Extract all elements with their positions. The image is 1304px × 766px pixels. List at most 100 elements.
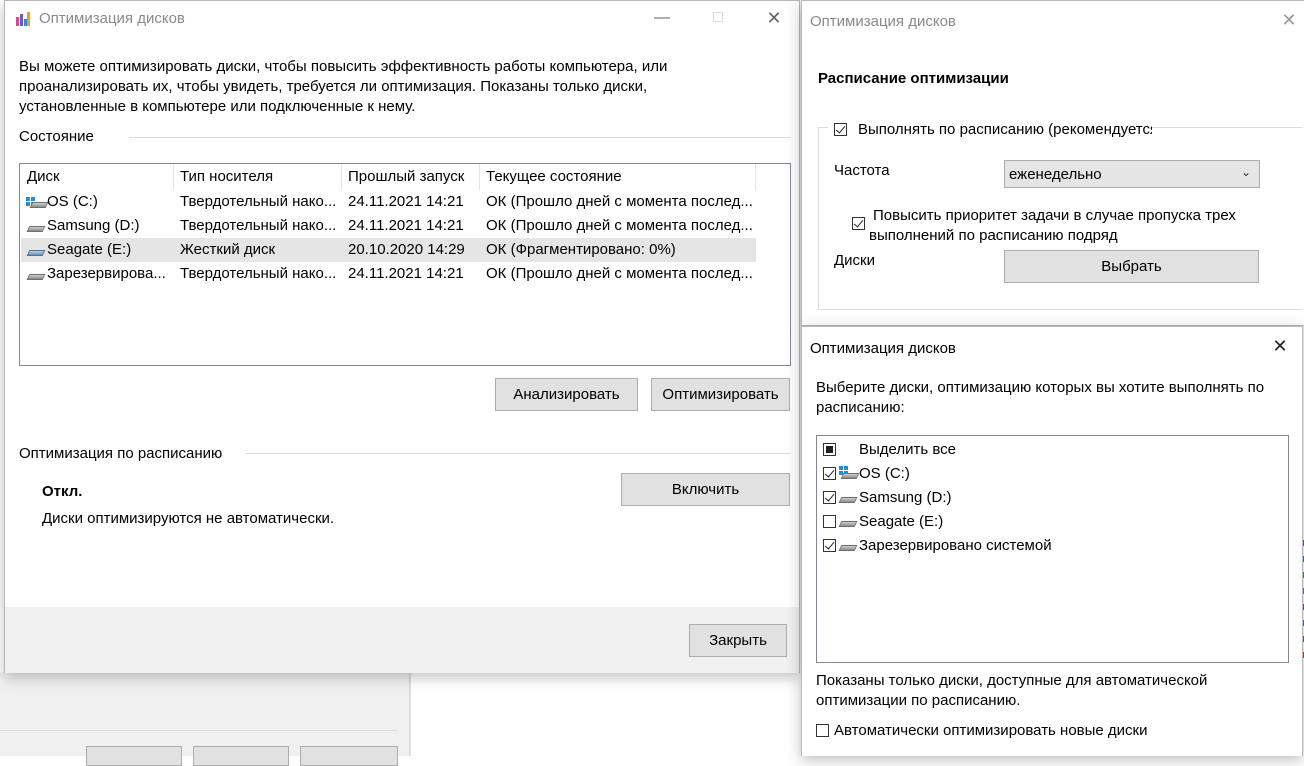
drive-icon — [838, 493, 858, 505]
schedule-heading: Расписание оптимизации — [818, 70, 1009, 87]
frequency-select[interactable]: еженедельно ⌄ — [1004, 160, 1260, 188]
drive-type: Твердотельный нако... — [180, 265, 337, 282]
instruction-text: Выберите диски, оптимизацию которых вы х… — [816, 379, 1265, 416]
run-on-schedule-label: Выполнять по расписанию (рекомендуется) — [858, 121, 1152, 138]
drive-icon — [838, 541, 858, 553]
drive-label: Seagate (E:) — [859, 513, 944, 530]
drive-status: ОК (Прошло дней с момента послед... — [486, 217, 753, 234]
close-button[interactable]: Закрыть — [689, 624, 787, 657]
drives-list[interactable]: Диск Тип носителя Прошлый запуск Текущее… — [19, 163, 791, 366]
background-button — [86, 746, 182, 766]
drive-type: Твердотельный нако... — [180, 217, 337, 234]
table-row[interactable]: Seagate (E:) Жесткий диск 20.10.2020 14:… — [21, 238, 756, 262]
window-title: Оптимизация дисков — [810, 340, 956, 357]
close-icon: ✕ — [1281, 10, 1297, 30]
schedule-group-label: Оптимизация по расписанию — [19, 445, 223, 462]
status-group-label: Состояние — [19, 128, 94, 145]
table-row[interactable]: Зарезервирова... Твердотельный нако... 2… — [21, 262, 756, 286]
schedule-window: Оптимизация дисков ✕ Расписание оптимиза… — [801, 0, 1304, 326]
drive-icon — [26, 270, 46, 282]
chevron-down-icon: ⌄ — [1240, 165, 1251, 179]
table-row[interactable]: Samsung (D:) Твердотельный нако... 24.11… — [21, 214, 756, 238]
select-drives-window: Оптимизация дисков ✕ Выберите диски, опт… — [801, 326, 1303, 756]
maximize-icon: □ — [713, 9, 723, 26]
drive-last-run: 20.10.2020 14:29 — [348, 241, 465, 258]
drive-status: ОК (Прошло дней с момента послед... — [486, 265, 753, 282]
column-header-status[interactable]: Текущее состояние — [486, 168, 622, 185]
column-header-last-run[interactable]: Прошлый запуск — [348, 168, 464, 185]
hdd-icon — [26, 246, 46, 258]
analyze-button[interactable]: Анализировать — [495, 378, 638, 411]
list-item[interactable]: Seagate (E:) — [817, 510, 1287, 534]
run-on-schedule-checkbox[interactable] — [834, 123, 847, 136]
schedule-state: Откл. — [42, 483, 83, 500]
drive-checkbox[interactable] — [823, 467, 836, 480]
background-button — [193, 746, 289, 766]
auto-optimize-new-option[interactable]: Автоматически оптимизировать новые диски — [816, 721, 1216, 741]
select-all-checkbox[interactable] — [823, 443, 836, 456]
select-all-label: Выделить все — [859, 441, 957, 458]
footer-bar: Закрыть — [5, 607, 799, 673]
window-title: Оптимизация дисков — [810, 13, 956, 30]
window-title: Оптимизация дисков — [39, 10, 185, 27]
column-header-media-type[interactable]: Тип носителя — [180, 168, 273, 185]
drive-label: Samsung (D:) — [859, 489, 952, 506]
close-icon: ✕ — [766, 8, 782, 28]
background-button — [300, 746, 398, 766]
optimize-drives-window: Оптимизация дисков — □ ✕ Вы можете оптим… — [4, 0, 800, 673]
drive-checkbox[interactable] — [823, 515, 836, 528]
list-item[interactable]: Зарезервировано системой — [817, 534, 1287, 558]
drive-last-run: 24.11.2021 14:21 — [348, 193, 464, 210]
enable-button[interactable]: Включить — [621, 473, 790, 506]
drive-name: OS (C:) — [47, 193, 98, 210]
frequency-label: Частота — [834, 162, 890, 179]
divider — [0, 730, 397, 731]
run-on-schedule-option[interactable]: Выполнять по расписанию (рекомендуется) — [828, 119, 1152, 139]
footnote-text: Показаны только диски, доступные для авт… — [816, 672, 1208, 709]
maximize-button: □ — [695, 1, 741, 35]
defrag-app-icon — [15, 11, 31, 27]
drive-name: Seagate (E:) — [47, 241, 132, 258]
minimize-icon: — — [654, 9, 670, 26]
drive-checkbox[interactable] — [823, 539, 836, 552]
list-item[interactable]: OS (C:) — [817, 462, 1287, 486]
close-icon: ✕ — [1272, 336, 1288, 356]
drive-type: Твердотельный нако... — [180, 193, 337, 210]
drive-label: Зарезервировано системой — [859, 537, 1052, 554]
column-header-disk[interactable]: Диск — [27, 168, 60, 185]
close-window-button[interactable]: ✕ — [1262, 329, 1298, 363]
divider — [129, 137, 791, 138]
drive-type: Жесткий диск — [180, 241, 276, 258]
minimize-button[interactable]: — — [639, 1, 685, 35]
disks-label: Диски — [834, 252, 875, 269]
drive-icon — [838, 517, 858, 529]
table-row[interactable]: OS (C:) Твердотельный нако... 24.11.2021… — [21, 190, 756, 214]
auto-optimize-new-checkbox[interactable] — [816, 724, 829, 737]
description-text: Вы можете оптимизировать диски, чтобы по… — [19, 58, 668, 115]
background-dialog — [0, 672, 410, 766]
background-area — [410, 672, 802, 756]
priority-checkbox[interactable] — [852, 217, 865, 230]
divider — [245, 453, 791, 454]
drive-last-run: 24.11.2021 14:21 — [348, 265, 464, 282]
drive-icon — [29, 198, 49, 210]
drive-status: ОК (Фрагментировано: 0%) — [486, 241, 676, 258]
drive-checkbox[interactable] — [823, 491, 836, 504]
optimize-button[interactable]: Оптимизировать — [651, 378, 790, 411]
drive-name: Зарезервирова... — [47, 265, 166, 282]
frequency-value: еженедельно — [1009, 166, 1102, 183]
drive-name: Samsung (D:) — [47, 217, 140, 234]
schedule-description: Диски оптимизируются не автоматически. — [42, 510, 335, 527]
title-bar: Оптимизация дисков — □ ✕ — [5, 1, 799, 37]
drive-status: ОК (Прошло дней с момента послед... — [486, 193, 753, 210]
close-window-button[interactable]: ✕ — [1272, 3, 1304, 37]
drives-select-list[interactable]: Выделить все OS (C:) Samsung (D:) Seagat… — [816, 435, 1289, 663]
drive-icon — [26, 222, 46, 234]
close-window-button[interactable]: ✕ — [751, 1, 797, 35]
list-item[interactable]: Выделить все — [817, 438, 1287, 462]
list-item[interactable]: Samsung (D:) — [817, 486, 1287, 510]
priority-label: Повысить приоритет задачи в случае пропу… — [869, 207, 1236, 244]
drive-icon — [840, 469, 860, 481]
choose-disks-button[interactable]: Выбрать — [1004, 250, 1259, 283]
auto-optimize-new-label: Автоматически оптимизировать новые диски — [834, 722, 1148, 739]
